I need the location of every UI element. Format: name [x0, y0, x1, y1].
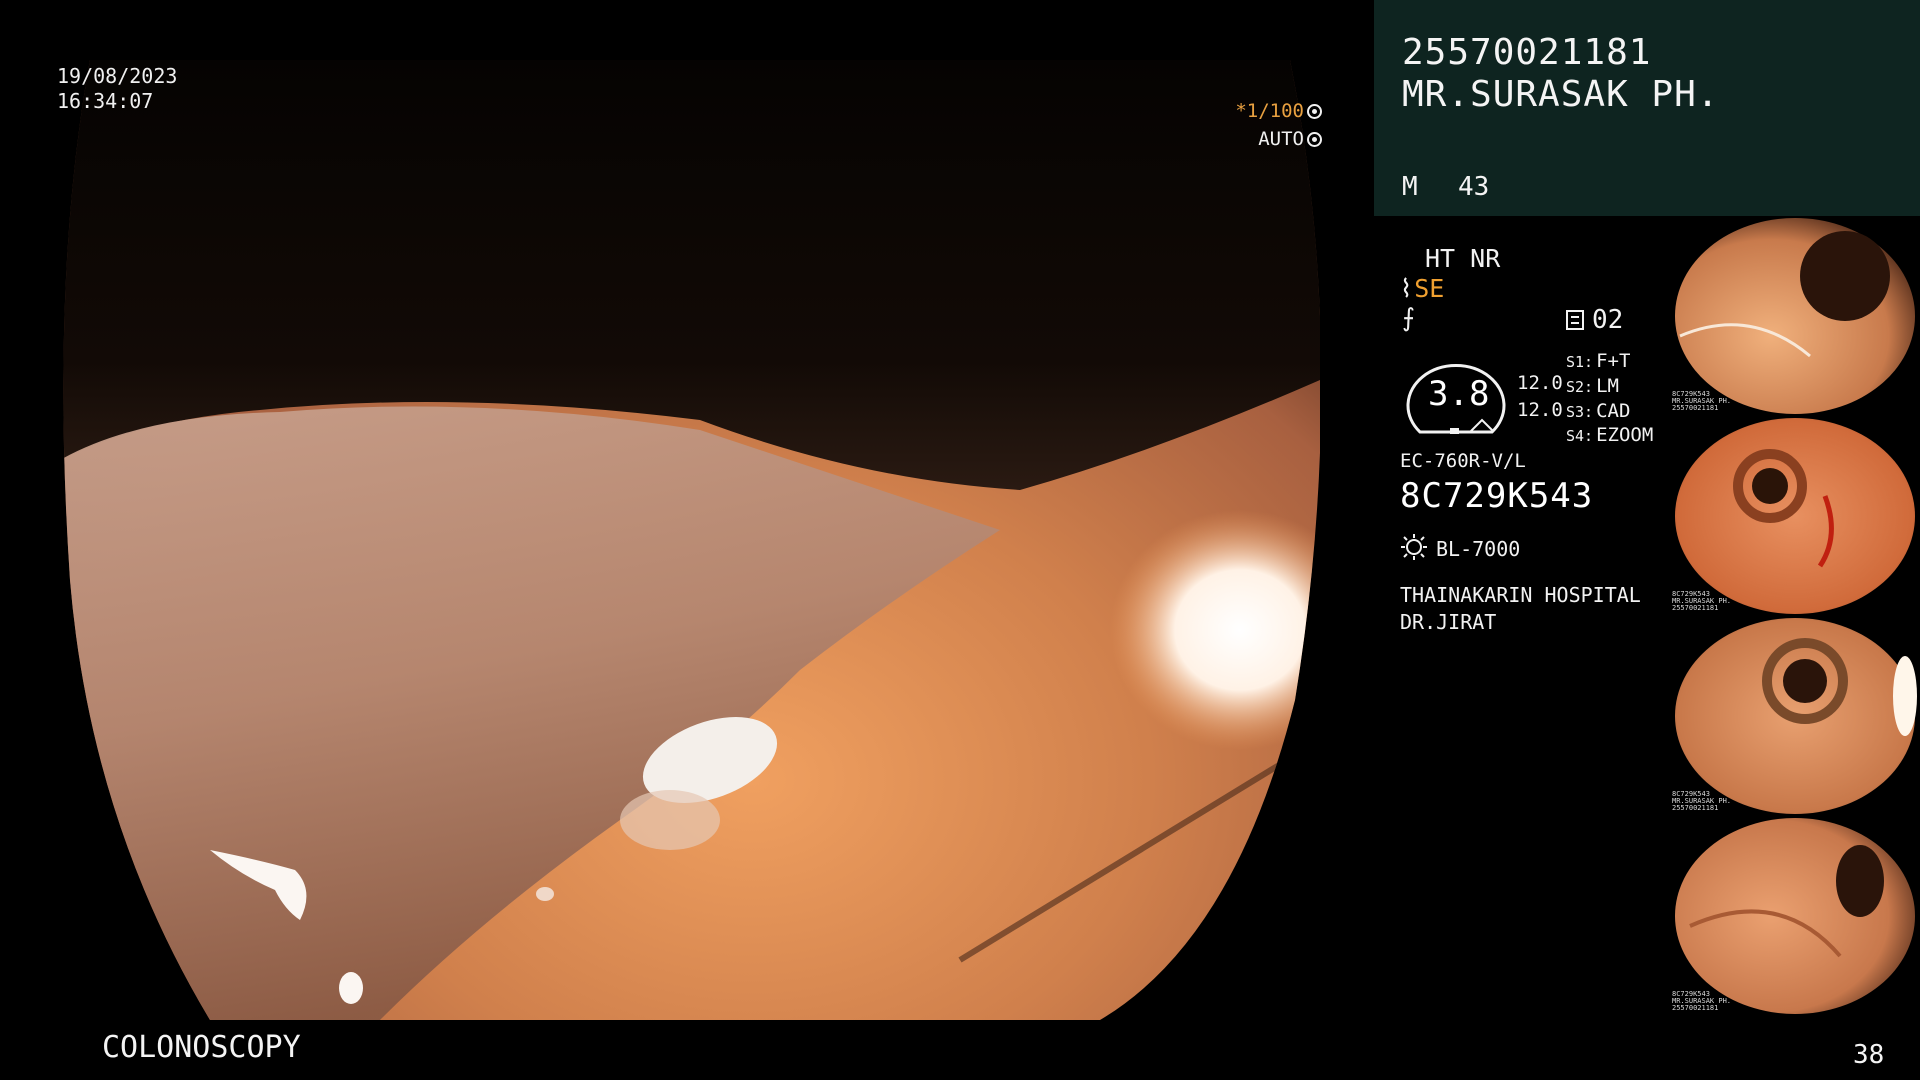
thumbnail-3[interactable]: 8C729K543 MR.SURASAK PH. 25570021181 [1670, 616, 1920, 814]
thumbnail-image [1675, 618, 1917, 814]
doctor-name: DR.JIRAT [1400, 610, 1497, 634]
hospital-name: THAINAKARIN HOSPITAL [1400, 583, 1641, 607]
iris-mode: AUTO [1258, 128, 1322, 150]
frame-counter: 38 [1853, 1040, 1885, 1070]
scope-model: EC-760R-V/L [1400, 450, 1526, 472]
thumbnail-image [1675, 218, 1915, 414]
switch-4-value: EZOOM [1596, 424, 1654, 446]
switch-3-value: CAD [1596, 400, 1631, 422]
memo-counter: 02 [1566, 305, 1623, 335]
thumbnail-caption: 8C729K543 MR.SURASAK PH. 25570021181 [1672, 990, 1732, 1012]
switch-1: S1: F+T [1566, 350, 1630, 372]
procedure-label: COLONOSCOPY [102, 1030, 301, 1065]
gauge-needle [1469, 418, 1493, 433]
memo-value: 02 [1592, 305, 1624, 335]
thumbnail-caption: 8C729K543 MR.SURASAK PH. 25570021181 [1672, 390, 1732, 412]
patient-name: MR.SURASAK PH. [1402, 74, 1720, 115]
thumbnail-image [1675, 818, 1915, 1014]
patient-sex: M [1402, 172, 1418, 202]
gauge-reading-a: 12.0 [1517, 372, 1563, 394]
patient-age: 43 [1458, 172, 1490, 202]
switch-3: S3: CAD [1566, 400, 1630, 422]
switch-4: S4: EZOOM [1566, 424, 1653, 446]
endoscope-live-view [60, 60, 1320, 1020]
capture-date: 19/08/2023 [57, 64, 178, 88]
shutter-value: *1/100 [1235, 100, 1304, 122]
scope-serial: 8C729K543 [1400, 476, 1594, 516]
switch-2: S2: LM [1566, 375, 1619, 397]
light-source: BL-7000 [1400, 533, 1520, 561]
switch-2-key: S2: [1566, 378, 1594, 396]
patient-id: 25570021181 [1402, 32, 1652, 73]
filter-icon: ⨍ [1402, 303, 1416, 332]
thumbnail-1[interactable]: 8C729K543 MR.SURASAK PH. 25570021181 [1670, 216, 1920, 414]
thumbnail-4[interactable]: 8C729K543 MR.SURASAK PH. 25570021181 [1670, 816, 1920, 1014]
switch-2-value: LM [1596, 375, 1619, 397]
gauge-value: 3.8 [1428, 374, 1490, 414]
gauge-reading-b: 12.0 [1517, 399, 1563, 421]
switch-3-key: S3: [1566, 403, 1594, 421]
iris-icon [1307, 132, 1322, 147]
capture-time: 16:34:07 [57, 89, 154, 113]
thumbnail-caption: 8C729K543 MR.SURASAK PH. 25570021181 [1672, 590, 1732, 612]
capture-datetime: 19/08/2023 16:34:07 [57, 64, 177, 114]
patient-info-panel: 25570021181 MR.SURASAK PH. M 43 [1374, 0, 1920, 216]
enhancement-mode: HT NR [1425, 244, 1501, 273]
se-label: SE [1414, 274, 1445, 303]
structure-enhancement: ⌇SE [1400, 274, 1444, 303]
iris-value: AUTO [1258, 128, 1304, 150]
switch-1-value: F+T [1596, 350, 1631, 372]
shutter-icon [1307, 104, 1322, 119]
memo-icon [1566, 310, 1584, 330]
thumbnail-image [1675, 418, 1915, 614]
switch-1-key: S1: [1566, 353, 1594, 371]
shutter-speed: *1/100 [1235, 100, 1322, 122]
thumbnail-2[interactable]: 8C729K543 MR.SURASAK PH. 25570021181 [1670, 416, 1920, 614]
light-source-label: BL-7000 [1436, 537, 1521, 561]
gauge-marker [1450, 428, 1459, 434]
switch-4-key: S4: [1566, 427, 1594, 445]
tilde-icon: ⌇ [1400, 274, 1413, 303]
light-source-icon [1401, 534, 1427, 560]
thumbnail-caption: 8C729K543 MR.SURASAK PH. 25570021181 [1672, 790, 1732, 812]
